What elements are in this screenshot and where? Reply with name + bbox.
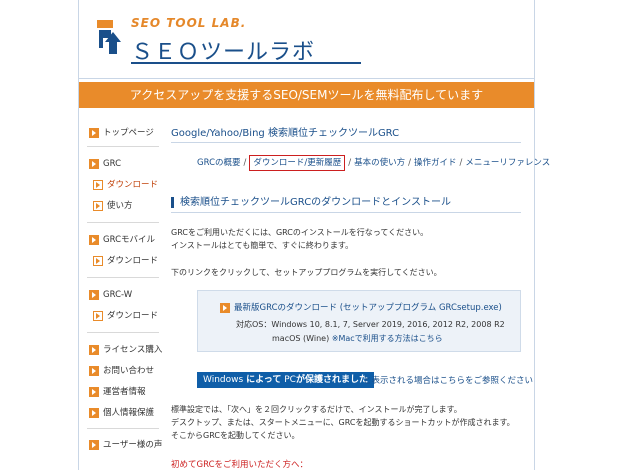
orange-arrow-square-icon [89,158,99,169]
sidebar-divider [87,222,159,223]
outlined-arrow-square-icon [93,310,103,321]
sidebar-item-contact[interactable]: お問い合わせ [89,364,154,378]
install-text-line1: 標準設定では、「次へ」を２回クリックするだけで、インストールが完了します。 [171,405,462,414]
sidebar-item-label: ダウンロード [107,256,159,266]
nav-separator: / [243,158,247,168]
nav-link-download-history[interactable]: ダウンロード/更新履歴 [249,155,346,171]
sidebar-item-grc-mobile[interactable]: GRCモバイル [89,233,155,247]
orange-arrow-square-icon [89,127,99,138]
section-nav: GRCの概要 / ダウンロード/更新履歴 / 基本の使い方 / 操作ガイド / メニューリファレ… [197,155,550,171]
nav-link-guide[interactable]: 操作ガイド [414,158,457,168]
outlined-arrow-square-icon [93,255,103,266]
sidebar-divider [87,277,159,278]
intro-text-line1: GRCをご利用いただくには、GRCのインストールを行なってください。 [171,228,429,237]
sidebar-divider [87,332,159,333]
sidebar-item-operator[interactable]: 運営者情報 [89,385,146,399]
section-heading: 検索順位チェックツールGRCのダウンロードとインストール [171,193,451,208]
winbar-word: Windows [203,375,244,385]
sidebar-item-top[interactable]: トップページ [89,126,154,140]
winbar-word: PC [284,375,296,385]
download-arrow-icon [220,302,230,313]
mac-support: macOS (Wine) ※Macで利用する方法はこちら [272,333,443,344]
outlined-arrow-square-icon [93,179,103,190]
sidebar-item-label: GRC-W [103,290,133,300]
outlined-arrow-square-icon [93,200,103,211]
download-link[interactable]: 最新版GRCのダウンロード (セットアッププログラム GRCsetup.exe) [220,301,502,313]
sidebar-item-voices[interactable]: ユーザー様の声 [89,438,162,452]
sidebar-item-grc-download[interactable]: ダウンロード [93,178,158,192]
sidebar-item-license[interactable]: ライセンス購入 [89,343,162,357]
site-header: SEO TOOL LAB. ＳＥＯツールラボ [79,0,534,79]
orange-arrow-square-icon [89,386,99,397]
sidebar-item-label: 運営者情報 [103,387,146,397]
windows-help-link[interactable]: と表示される場合はこちらをご参照ください [363,374,533,386]
sidebar-item-label: トップページ [103,128,154,138]
sidebar-item-label: ダウンロード [107,311,159,321]
first-time-link[interactable]: 初めてGRCをご利用いただく方へ： [171,458,308,470]
page-container: SEO TOOL LAB. ＳＥＯツールラボ アクセスアップを支援するSEO/S… [78,0,550,470]
sidebar-item-label: 個人情報保護 [103,408,155,418]
download-box: 最新版GRCのダウンロード (セットアッププログラム GRCsetup.exe)… [197,290,521,352]
orange-arrow-square-icon [89,344,99,355]
sidebar-item-label: GRCモバイル [103,235,156,245]
promo-banner: アクセスアップを支援するSEO/SEMツールを無料配布しています [79,82,534,108]
nav-separator: / [408,158,412,168]
sidebar-item-w-download[interactable]: ダウンロード [93,309,158,323]
windows-protected-notice[interactable]: Windows によって PCが保護されました [197,372,374,388]
sidebar-item-label: ダウンロード [107,180,159,190]
mac-support-link[interactable]: ※Macで利用する方法はこちら [332,334,443,343]
nav-separator: / [459,158,463,168]
sidebar-item-label: ライセンス購入 [103,345,163,355]
download-link-text: 最新版GRCのダウンロード (セットアッププログラム GRCsetup.exe) [234,303,502,313]
winbar-word: が保護されました [295,375,368,385]
sidebar-item-grc-usage[interactable]: 使い方 [93,199,133,213]
supported-os: 対応OS：Windows 10, 8.1, 7, Server 2019, 20… [236,320,505,329]
logo-mark-icon[interactable] [93,18,123,58]
section-heading-text: 検索順位チェックツールGRCのダウンロードとインストール [180,197,451,208]
sidebar-divider [87,146,159,147]
sidebar-divider [87,428,159,429]
page-title: Google/Yahoo/Bing 検索順位チェックツールGRC [171,128,400,139]
intro-text-line2: インストールはとても簡単で、すぐに終わります。 [171,241,354,250]
sidebar-item-label: お問い合わせ [103,366,155,376]
nav-link-menu-reference[interactable]: メニューリファレンス [465,158,550,168]
nav-link-basic-usage[interactable]: 基本の使い方 [354,158,405,168]
logo-tagline: SEO TOOL LAB. [131,16,247,30]
instruction-text: 下のリンクをクリックして、セットアッププログラムを実行してください。 [171,268,442,277]
install-text-line2: デスクトップ、または、スタートメニューに、GRCを起動するショートカットが作成さ… [171,418,515,427]
sidebar-item-label: GRC [103,159,122,169]
orange-arrow-square-icon [89,439,99,450]
mac-support-text: macOS (Wine) [272,334,330,343]
install-text-line3: そこからGRCを起動してください。 [171,431,300,440]
title-divider [171,142,521,143]
sidebar-item-label: 使い方 [107,201,133,211]
orange-arrow-square-icon [89,289,99,300]
orange-arrow-square-icon [89,407,99,418]
sidebar-item-privacy[interactable]: 個人情報保護 [89,406,154,420]
logo-underline [131,62,361,64]
nav-link-overview[interactable]: GRCの概要 [197,158,241,168]
sidebar-item-mobile-download[interactable]: ダウンロード [93,254,158,268]
section-divider [171,212,521,213]
sidebar-item-grc[interactable]: GRC [89,157,121,171]
orange-arrow-square-icon [89,234,99,245]
orange-arrow-square-icon [89,365,99,376]
heading-bar [171,196,174,208]
winbar-word: によって [246,375,282,385]
nav-separator: / [348,158,352,168]
sidebar-item-grc-w[interactable]: GRC-W [89,288,132,302]
sidebar-item-label: ユーザー様の声 [103,440,163,450]
